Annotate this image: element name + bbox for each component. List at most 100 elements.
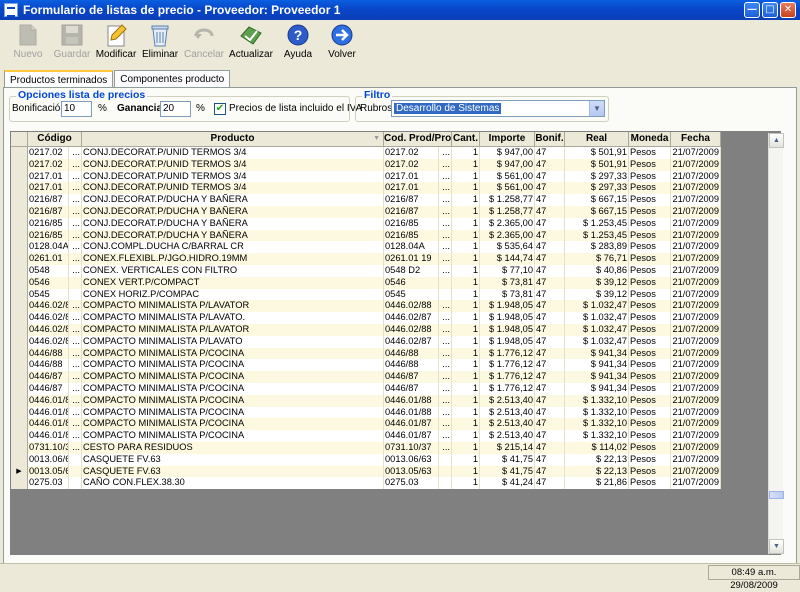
cell-bonif[interactable]: 47	[535, 465, 565, 478]
cell-cod-prov-more[interactable]: ...	[439, 170, 452, 183]
cell-bonif[interactable]: 47	[535, 406, 565, 419]
table-row[interactable]: 0216/87... CONJ.DECORAT.P/DUCHA Y BAÑERA 0…	[11, 205, 721, 218]
cell-moneda[interactable]: Pesos	[629, 182, 671, 195]
scroll-down-icon[interactable]: ▼	[769, 539, 784, 554]
cell-importe[interactable]: $ 1.948,05	[480, 312, 535, 324]
cell-fecha[interactable]: 21/07/2009	[671, 465, 721, 478]
cell-real[interactable]: $ 941,34	[565, 359, 629, 372]
row-indicator[interactable]	[11, 300, 28, 313]
cell-codigo-more[interactable]: ...	[69, 264, 82, 277]
cell-cod-prov[interactable]: 0217.02	[384, 147, 439, 159]
cell-cod-prov[interactable]: 0446.01/88	[384, 406, 439, 419]
cell-real[interactable]: $ 1.253,45	[565, 229, 629, 242]
cell-codigo[interactable]: 0217.02	[28, 147, 69, 159]
table-row[interactable]: 0446/87... COMPACTO MINIMALISTA P/COCINA 0…	[11, 382, 721, 395]
cell-producto[interactable]: CONJ.DECORAT.P/UNID TERMOS 3/4	[82, 170, 384, 183]
cell-codigo-more[interactable]	[69, 465, 82, 478]
cell-cod-prov-more[interactable]: ...	[439, 312, 452, 324]
table-row[interactable]: 0446/88... COMPACTO MINIMALISTA P/COCINA 0…	[11, 347, 721, 360]
save-button[interactable]: Guardar	[50, 21, 94, 65]
cell-fecha[interactable]: 21/07/2009	[671, 394, 721, 407]
table-row[interactable]: 0548... CONEX. VERTICALES CON FILTRO 0548 …	[11, 264, 721, 277]
cell-importe[interactable]: $ 77,10	[480, 264, 535, 277]
cell-real[interactable]: $ 22,13	[565, 465, 629, 478]
cell-cod-prov[interactable]: 0548 D2	[384, 264, 439, 277]
cell-cant[interactable]: 1	[452, 217, 480, 230]
cell-fecha[interactable]: 21/07/2009	[671, 359, 721, 372]
cell-cant[interactable]: 1	[452, 147, 480, 159]
cell-fecha[interactable]: 21/07/2009	[671, 323, 721, 336]
cell-cod-prov-more[interactable]: ...	[439, 430, 452, 442]
cell-importe[interactable]: $ 2.365,00	[480, 217, 535, 230]
cell-bonif[interactable]: 47	[535, 312, 565, 324]
cell-moneda[interactable]: Pesos	[629, 241, 671, 254]
cell-codigo-more[interactable]: ...	[69, 158, 82, 171]
cell-codigo[interactable]: 0545	[28, 288, 69, 301]
cell-importe[interactable]: $ 1.776,12	[480, 347, 535, 360]
cell-cod-prov-more[interactable]: ...	[439, 323, 452, 336]
cell-cant[interactable]: 1	[452, 335, 480, 348]
cell-codigo-more[interactable]: ...	[69, 335, 82, 348]
column-header-codigo[interactable]: Código	[28, 132, 82, 147]
cell-cod-prov-more[interactable]: ...	[439, 158, 452, 171]
maximize-button[interactable]: □	[762, 2, 778, 18]
cell-fecha[interactable]: 21/07/2009	[671, 335, 721, 348]
rubros-select[interactable]: Desarrollo de Sistemas ▼	[391, 100, 605, 117]
cell-bonif[interactable]: 47	[535, 147, 565, 159]
cell-real[interactable]: $ 1.032,47	[565, 335, 629, 348]
cell-producto[interactable]: COMPACTO MINIMALISTA P/COCINA	[82, 347, 384, 360]
cell-codigo[interactable]: 0217.01	[28, 170, 69, 183]
cell-bonif[interactable]: 47	[535, 347, 565, 360]
cell-codigo[interactable]: 0731.10/37	[28, 441, 69, 454]
cell-cant[interactable]: 1	[452, 371, 480, 383]
cell-bonif[interactable]: 47	[535, 229, 565, 242]
cell-real[interactable]: $ 667,15	[565, 205, 629, 218]
cell-producto[interactable]: CONJ.COMPL.DUCHA C/BARRAL CR	[82, 241, 384, 254]
cell-moneda[interactable]: Pesos	[629, 205, 671, 218]
cell-moneda[interactable]: Pesos	[629, 406, 671, 419]
cell-importe[interactable]: $ 1.948,05	[480, 300, 535, 313]
cell-cod-prov-more[interactable]: ...	[439, 359, 452, 372]
cell-bonif[interactable]: 47	[535, 359, 565, 372]
cell-codigo[interactable]: 0216/87	[28, 205, 69, 218]
cell-cant[interactable]: 1	[452, 394, 480, 407]
cell-fecha[interactable]: 21/07/2009	[671, 406, 721, 419]
row-indicator[interactable]	[11, 276, 28, 289]
table-row[interactable]: 0446.01/88...COMPACTO MINIMALISTA P/COCI…	[11, 394, 721, 407]
ganancia-input[interactable]: 20	[160, 101, 191, 117]
row-indicator[interactable]	[11, 359, 28, 372]
cell-cod-prov[interactable]: 0446.02/88	[384, 300, 439, 313]
cell-bonif[interactable]: 47	[535, 453, 565, 466]
cell-moneda[interactable]: Pesos	[629, 382, 671, 395]
cell-importe[interactable]: $ 947,00	[480, 158, 535, 171]
cell-cod-prov[interactable]: 0013.06/63	[384, 453, 439, 466]
table-row[interactable]: 0261.01... CONEX.FLEXIBL.P/JGO.HIDRO.19MM…	[11, 253, 721, 265]
cell-moneda[interactable]: Pesos	[629, 229, 671, 242]
cell-codigo-more[interactable]	[69, 288, 82, 301]
cell-fecha[interactable]: 21/07/2009	[671, 253, 721, 265]
cell-cod-prov-more[interactable]	[439, 288, 452, 301]
scroll-thumb[interactable]	[769, 491, 784, 499]
table-row[interactable]: 0217.01... CONJ.DECORAT.P/UNID TERMOS 3/4…	[11, 170, 721, 183]
cell-cant[interactable]: 1	[452, 288, 480, 301]
cell-codigo-more[interactable]: ...	[69, 394, 82, 407]
row-indicator[interactable]	[11, 253, 28, 265]
cell-codigo[interactable]: 0261.01	[28, 253, 69, 265]
cell-importe[interactable]: $ 2.513,40	[480, 430, 535, 442]
row-indicator[interactable]	[11, 170, 28, 183]
cell-producto[interactable]: COMPACTO MINIMALISTA P/COCINA	[82, 406, 384, 419]
cell-codigo[interactable]: 0546	[28, 276, 69, 289]
cell-bonif[interactable]: 47	[535, 335, 565, 348]
cell-fecha[interactable]: 21/07/2009	[671, 170, 721, 183]
chevron-down-icon[interactable]: ▼	[589, 101, 604, 116]
cell-real[interactable]: $ 39,12	[565, 288, 629, 301]
cell-cod-prov[interactable]: 0217.01	[384, 170, 439, 183]
column-header-producto[interactable]: Producto ▼	[82, 132, 384, 147]
cell-real[interactable]: $ 297,33	[565, 170, 629, 183]
cell-real[interactable]: $ 501,91	[565, 158, 629, 171]
cell-bonif[interactable]: 47	[535, 217, 565, 230]
cell-importe[interactable]: $ 561,00	[480, 170, 535, 183]
cell-moneda[interactable]: Pesos	[629, 335, 671, 348]
table-row[interactable]: 0446.02/87...COMPACTO MINIMALISTA P/LAVA…	[11, 335, 721, 348]
cell-importe[interactable]: $ 1.776,12	[480, 371, 535, 383]
